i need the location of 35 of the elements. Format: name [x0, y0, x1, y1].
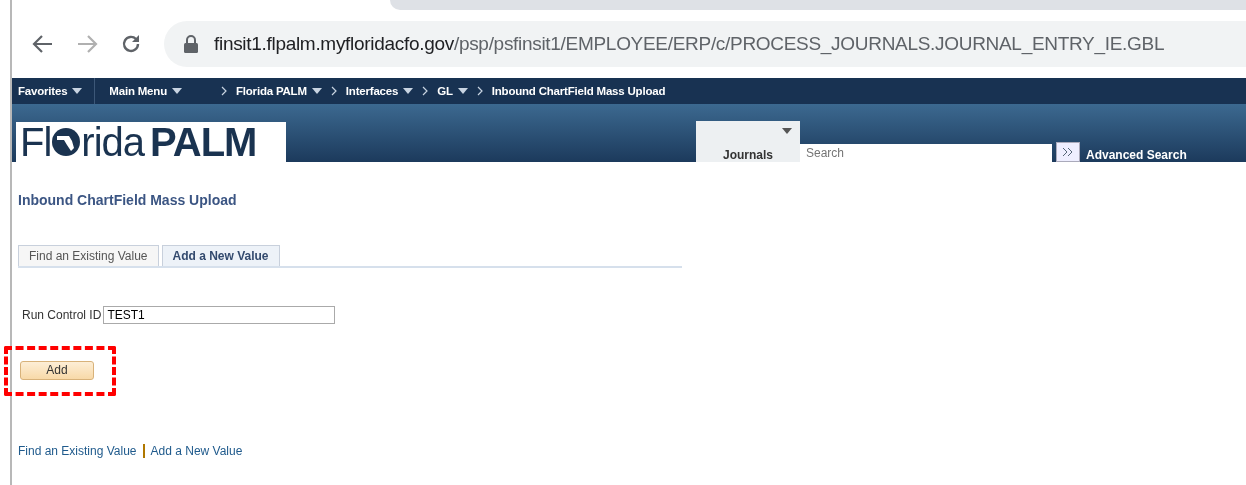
caret-icon — [72, 88, 83, 94]
caret-icon — [171, 88, 182, 94]
breadcrumb[interactable]: Inbound ChartField Mass Upload — [491, 85, 666, 97]
breadcrumb[interactable]: GL — [437, 85, 468, 97]
state-map-icon — [51, 127, 82, 157]
add-button[interactable]: Add — [20, 360, 94, 380]
tab[interactable]: Add a New Value — [161, 245, 280, 266]
breadcrumb[interactable]: Florida PALM — [235, 85, 322, 97]
caret-icon — [782, 128, 792, 134]
field-label: Run Control ID — [22, 308, 102, 322]
chevron-icon — [330, 86, 337, 96]
tab[interactable]: Find an Existing Value — [18, 245, 159, 266]
link[interactable]: Find an Existing Value — [18, 444, 137, 458]
caret-icon — [311, 88, 322, 94]
advanced-search-link[interactable]: Advanced Search — [1086, 148, 1187, 162]
url-text: finsit1.flpalm.myfloridacfo.gov/psp/psfinsit1/EMPLOYEE/ERP/c/PROCESS_JOURNALS.JOURNAL_ENTRY_IE.GBL — [214, 33, 1165, 55]
chevron-icon — [476, 86, 483, 96]
lock-icon — [184, 35, 198, 53]
double-chevron-icon — [1062, 146, 1074, 157]
page-title: Inbound ChartField Mass Upload — [18, 192, 238, 208]
caret-icon — [457, 88, 468, 94]
input-field[interactable]: TEST1 — [103, 306, 336, 324]
caret-icon — [403, 88, 414, 94]
back-icon[interactable] — [32, 33, 54, 55]
search-field[interactable]: Search — [800, 144, 1052, 162]
search-go-button[interactable] — [1056, 142, 1080, 162]
link[interactable]: Add a New Value — [150, 444, 243, 458]
search-category-dropdown[interactable]: Journals — [696, 121, 800, 162]
reload-icon[interactable] — [120, 33, 142, 55]
address-bar[interactable]: finsit1.flpalm.myfloridacfo.gov/psp/psfinsit1/EMPLOYEE/ERP/c/PROCESS_JOURNALS.JOURNAL_ENTRY_IE.GBL — [164, 21, 1246, 67]
chevron-icon — [422, 86, 429, 96]
chevron-icon — [220, 86, 227, 96]
nav-menu[interactable]: Main Menu — [95, 78, 212, 104]
breadcrumb[interactable]: Interfaces — [345, 85, 414, 97]
logo: Fl ridaPALM — [16, 122, 286, 162]
